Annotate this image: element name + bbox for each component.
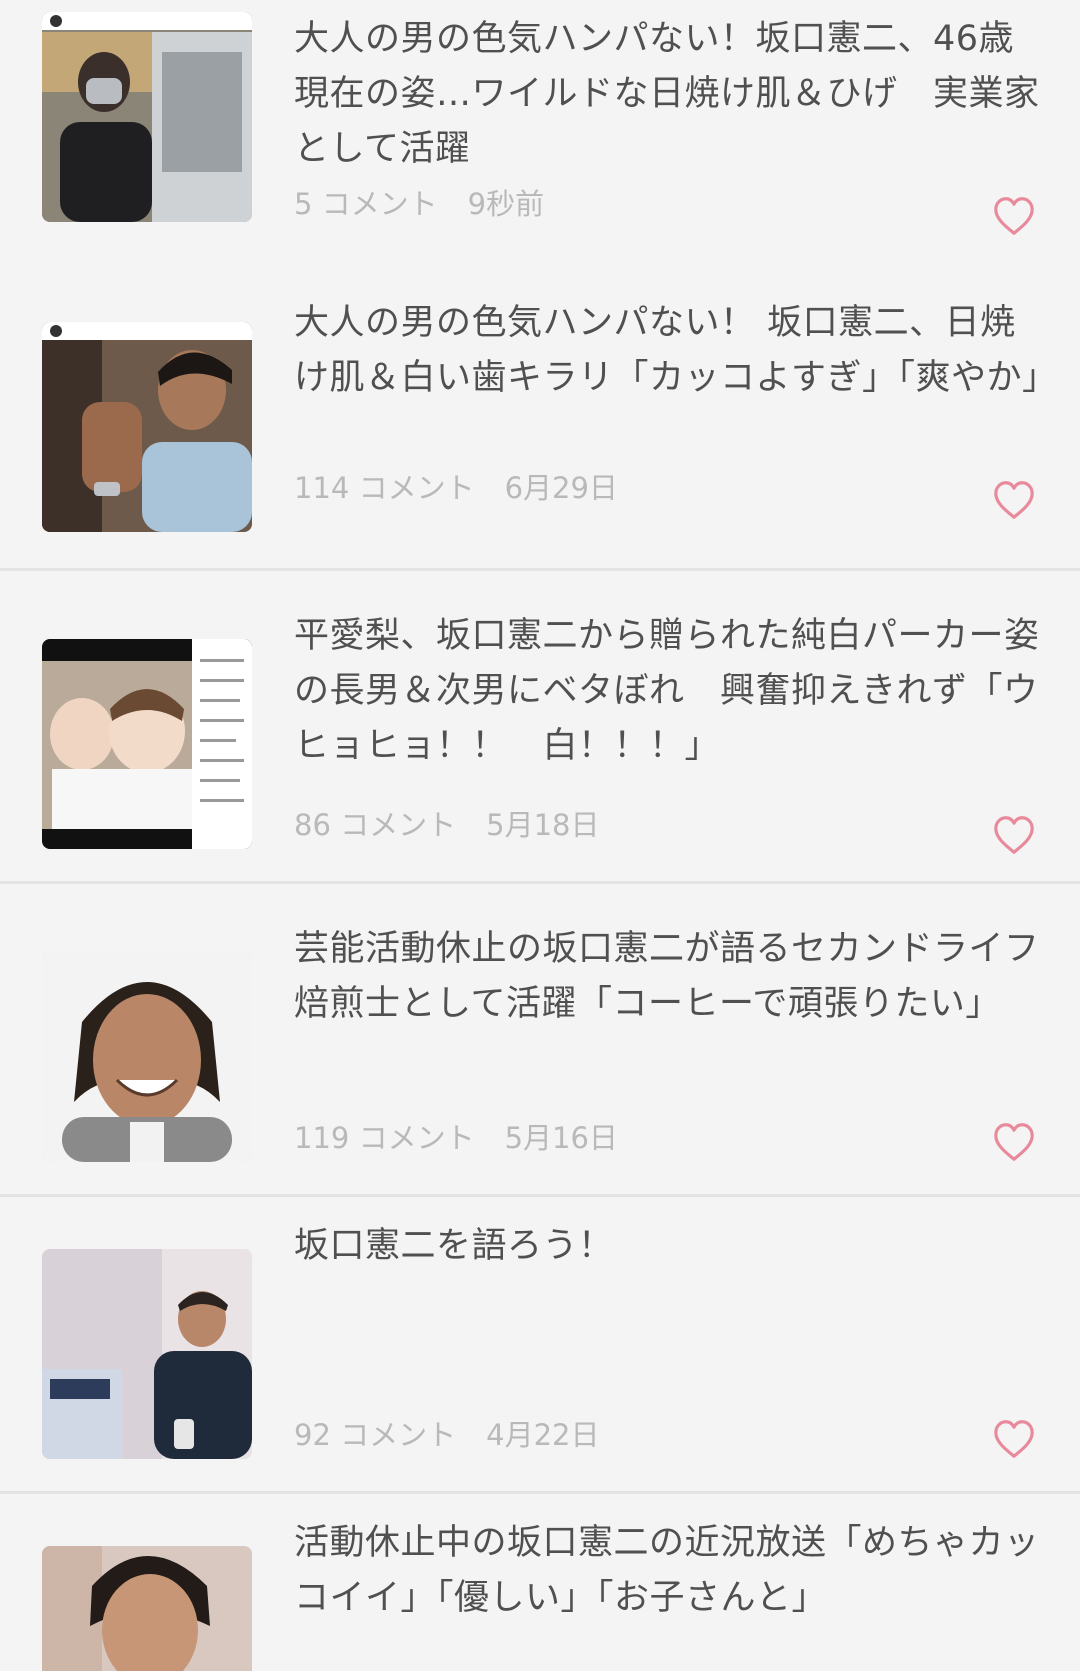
comment-count: 5 コメント [294,187,438,221]
comment-count: 86 コメント [294,808,457,842]
post-time: 5月18日 [486,808,600,842]
heart-outline-icon[interactable] [992,480,1036,520]
comment-count: 119 コメント [294,1121,475,1155]
article-meta: 119 コメント 5月16日 [294,1118,618,1158]
article-title[interactable]: 大人の男の色気ハンパない！ 坂口憲二、日焼け肌＆白い歯キラリ「カッコよすぎ」「爽… [294,296,1057,406]
article-item[interactable]: 坂口憲二を語ろう！ 92 コメント 4月22日 [0,1207,1080,1494]
article-item[interactable]: 大人の男の色気ハンパない！坂口憲二、46歳現在の姿…ワイルドな日焼け肌＆ひげ 実… [0,0,1080,287]
photo-thumbnail-icon[interactable] [42,952,252,1162]
post-time: 9秒前 [467,187,545,221]
article-title[interactable]: 平愛梨、坂口憲二から贈られた純白パーカー姿の長男＆次男にベタぼれ 興奮抑えきれず… [294,609,1044,774]
article-title[interactable]: 大人の男の色気ハンパない！坂口憲二、46歳現在の姿…ワイルドな日焼け肌＆ひげ 実… [294,12,1044,177]
article-meta: 86 コメント 5月18日 [294,805,599,845]
heart-outline-icon[interactable] [992,815,1036,855]
heart-outline-icon[interactable] [992,1122,1036,1162]
article-title[interactable]: 坂口憲二を語ろう！ [294,1219,1044,1274]
photo-thumbnail-icon[interactable] [42,322,252,532]
article-item[interactable]: 大人の男の色気ハンパない！ 坂口憲二、日焼け肌＆白い歯キラリ「カッコよすぎ」「爽… [0,284,1080,571]
photo-thumbnail-icon[interactable] [42,1546,252,1671]
article-title[interactable]: 芸能活動休止の坂口憲二が語るセカンドライフ 焙煎士として活躍「コーヒーで頑張りた… [294,922,1075,1032]
article-meta: 5 コメント 9秒前 [294,184,544,224]
post-time: 6月29日 [504,471,618,505]
comment-count: 114 コメント [294,471,475,505]
article-meta: 114 コメント 6月29日 [294,468,618,508]
photo-thumbnail-icon[interactable] [42,639,252,849]
post-time: 5月16日 [504,1121,618,1155]
heart-outline-icon[interactable] [992,1419,1036,1459]
article-item[interactable]: 平愛梨、坂口憲二から贈られた純白パーカー姿の長男＆次男にベタぼれ 興奮抑えきれず… [0,597,1080,884]
article-meta: 92 コメント 4月22日 [294,1415,599,1455]
article-title[interactable]: 活動休止中の坂口憲二の近況放送「めちゃカッコイイ」「優しい」「お子さんと」 [294,1516,1044,1626]
article-item[interactable]: 芸能活動休止の坂口憲二が語るセカンドライフ 焙煎士として活躍「コーヒーで頑張りた… [0,910,1080,1197]
photo-thumbnail-icon[interactable] [42,1249,252,1459]
post-time: 4月22日 [486,1418,600,1452]
comment-count: 92 コメント [294,1418,457,1452]
article-list: 大人の男の色気ハンパない！坂口憲二、46歳現在の姿…ワイルドな日焼け肌＆ひげ 実… [0,0,1080,1671]
photo-thumbnail-icon[interactable] [42,12,252,222]
article-item[interactable]: 活動休止中の坂口憲二の近況放送「めちゃカッコイイ」「優しい」「お子さんと」 [0,1504,1080,1671]
heart-outline-icon[interactable] [992,196,1036,236]
